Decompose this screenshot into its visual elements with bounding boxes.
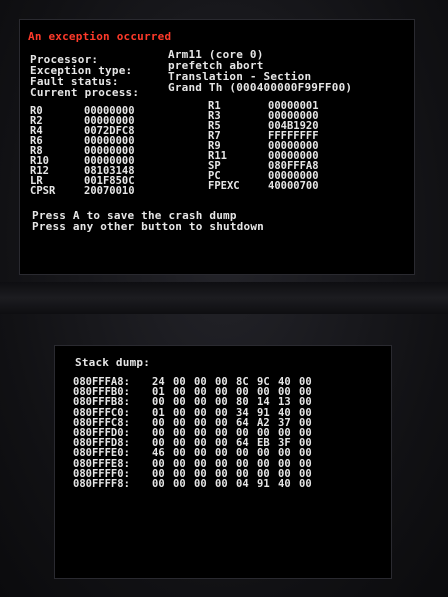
stack-dump-byte: 00 (152, 478, 165, 490)
stack-dump-row: 080FFFF8: 00 00 00 00 04 91 40 00 (73, 478, 320, 490)
stack-dump-byte: 00 (152, 396, 165, 409)
register-value: 20070010 (84, 185, 135, 197)
stack-dump-byte: 00 (299, 478, 312, 490)
register-value: 40000700 (268, 180, 319, 192)
device-hinge (0, 282, 448, 314)
stack-dump-byte: 00 (215, 447, 228, 460)
stack-dump-byte: 00 (194, 478, 207, 490)
stack-dump-address: 080FFFF8: (73, 478, 130, 490)
stack-dump-row: 080FFFB8: 00 00 00 00 80 14 13 00 (73, 396, 320, 409)
stack-dump-address: 080FFFE0: (73, 447, 130, 460)
stack-dump-byte: 00 (215, 396, 228, 409)
stack-dump-byte: 00 (173, 447, 186, 460)
stack-dump-byte: 04 (236, 478, 249, 490)
stack-dump-byte: 00 (194, 447, 207, 460)
stack-dump-byte: 00 (173, 478, 186, 490)
bottom-screen: Stack dump: 080FFFA8: 24 00 00 00 8C 9C 40 00 080… (55, 346, 391, 578)
stack-dump-byte: 13 (278, 396, 291, 409)
info-label-current-process: Current process: (30, 86, 140, 99)
stack-dump-byte: 91 (257, 478, 270, 490)
stack-dump-byte: 00 (173, 396, 186, 409)
stack-dump-byte: 00 (257, 447, 270, 460)
stack-dump-byte: 00 (194, 396, 207, 409)
stack-dump-byte: 00 (299, 447, 312, 460)
stack-dump-byte: 00 (278, 447, 291, 460)
info-value-current-process: Grand Th (000400000F99FF00) (168, 81, 353, 94)
stack-dump-byte: 00 (215, 478, 228, 490)
stack-dump-title: Stack dump: (75, 356, 151, 369)
stack-dump-byte: 46 (152, 447, 165, 460)
exception-title: An exception occurred (28, 30, 172, 43)
stack-dump-row: 080FFFE0: 46 00 00 00 00 00 00 00 (73, 447, 320, 460)
register-name: FPEXC (208, 180, 240, 192)
stack-dump-byte: 00 (299, 396, 312, 409)
stack-dump-byte: 00 (236, 447, 249, 460)
shutdown-prompt: Press any other button to shutdown (32, 220, 264, 233)
register-name: CPSR (30, 185, 56, 197)
stack-dump-byte: 40 (278, 478, 291, 490)
stack-dump-byte: 80 (236, 396, 249, 409)
top-screen: An exception occurred Processor: Arm11 (… (20, 20, 414, 274)
stack-dump-address: 080FFFB8: (73, 396, 130, 409)
stack-dump-byte: 14 (257, 396, 270, 409)
